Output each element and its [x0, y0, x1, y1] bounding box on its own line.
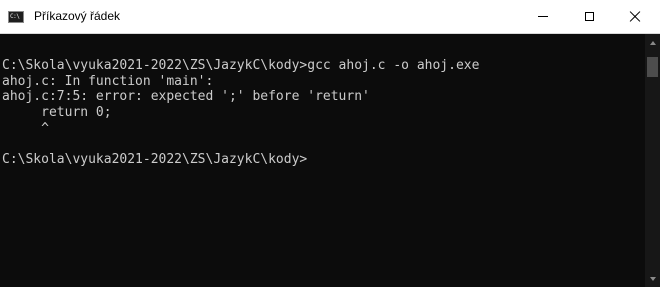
console-prompt-line: C:\Skola\vyuka2021-2022\ZS\JazykC\kody>	[2, 152, 308, 168]
close-button[interactable]	[612, 0, 658, 33]
console-line: ahoj.c:7:5: error: expected ';' before '…	[2, 89, 370, 105]
console-output[interactable]: C:\Skola\vyuka2021-2022\ZS\JazykC\kody>g…	[0, 34, 645, 287]
maximize-button[interactable]	[566, 0, 612, 33]
console-line: ^	[2, 120, 49, 136]
scroll-up-button[interactable]	[645, 34, 660, 51]
console-line: return 0;	[2, 105, 112, 121]
command-prompt-icon[interactable]: C:\	[8, 11, 24, 23]
console-line: C:\Skola\vyuka2021-2022\ZS\JazykC\kody>g…	[2, 58, 480, 73]
minimize-icon	[538, 16, 548, 17]
minimize-button[interactable]	[520, 0, 566, 33]
scroll-down-button[interactable]	[645, 270, 660, 287]
window-title: Příkazový řádek	[34, 9, 121, 23]
chevron-up-icon	[649, 40, 656, 45]
scrollbar-thumb[interactable]	[647, 57, 658, 77]
chevron-down-icon	[649, 276, 656, 281]
console-lines: C:\Skola\vyuka2021-2022\ZS\JazykC\kody>g…	[2, 58, 479, 168]
console-line: ahoj.c: In function 'main':	[2, 73, 214, 89]
command-prompt-window: C:\ Příkazový řádek C:\Skola\vyuka2021-2…	[0, 0, 660, 287]
title-bar[interactable]: C:\ Příkazový řádek	[0, 0, 660, 34]
maximize-icon	[584, 12, 594, 21]
vertical-scrollbar[interactable]	[645, 34, 660, 287]
close-icon	[629, 11, 641, 23]
